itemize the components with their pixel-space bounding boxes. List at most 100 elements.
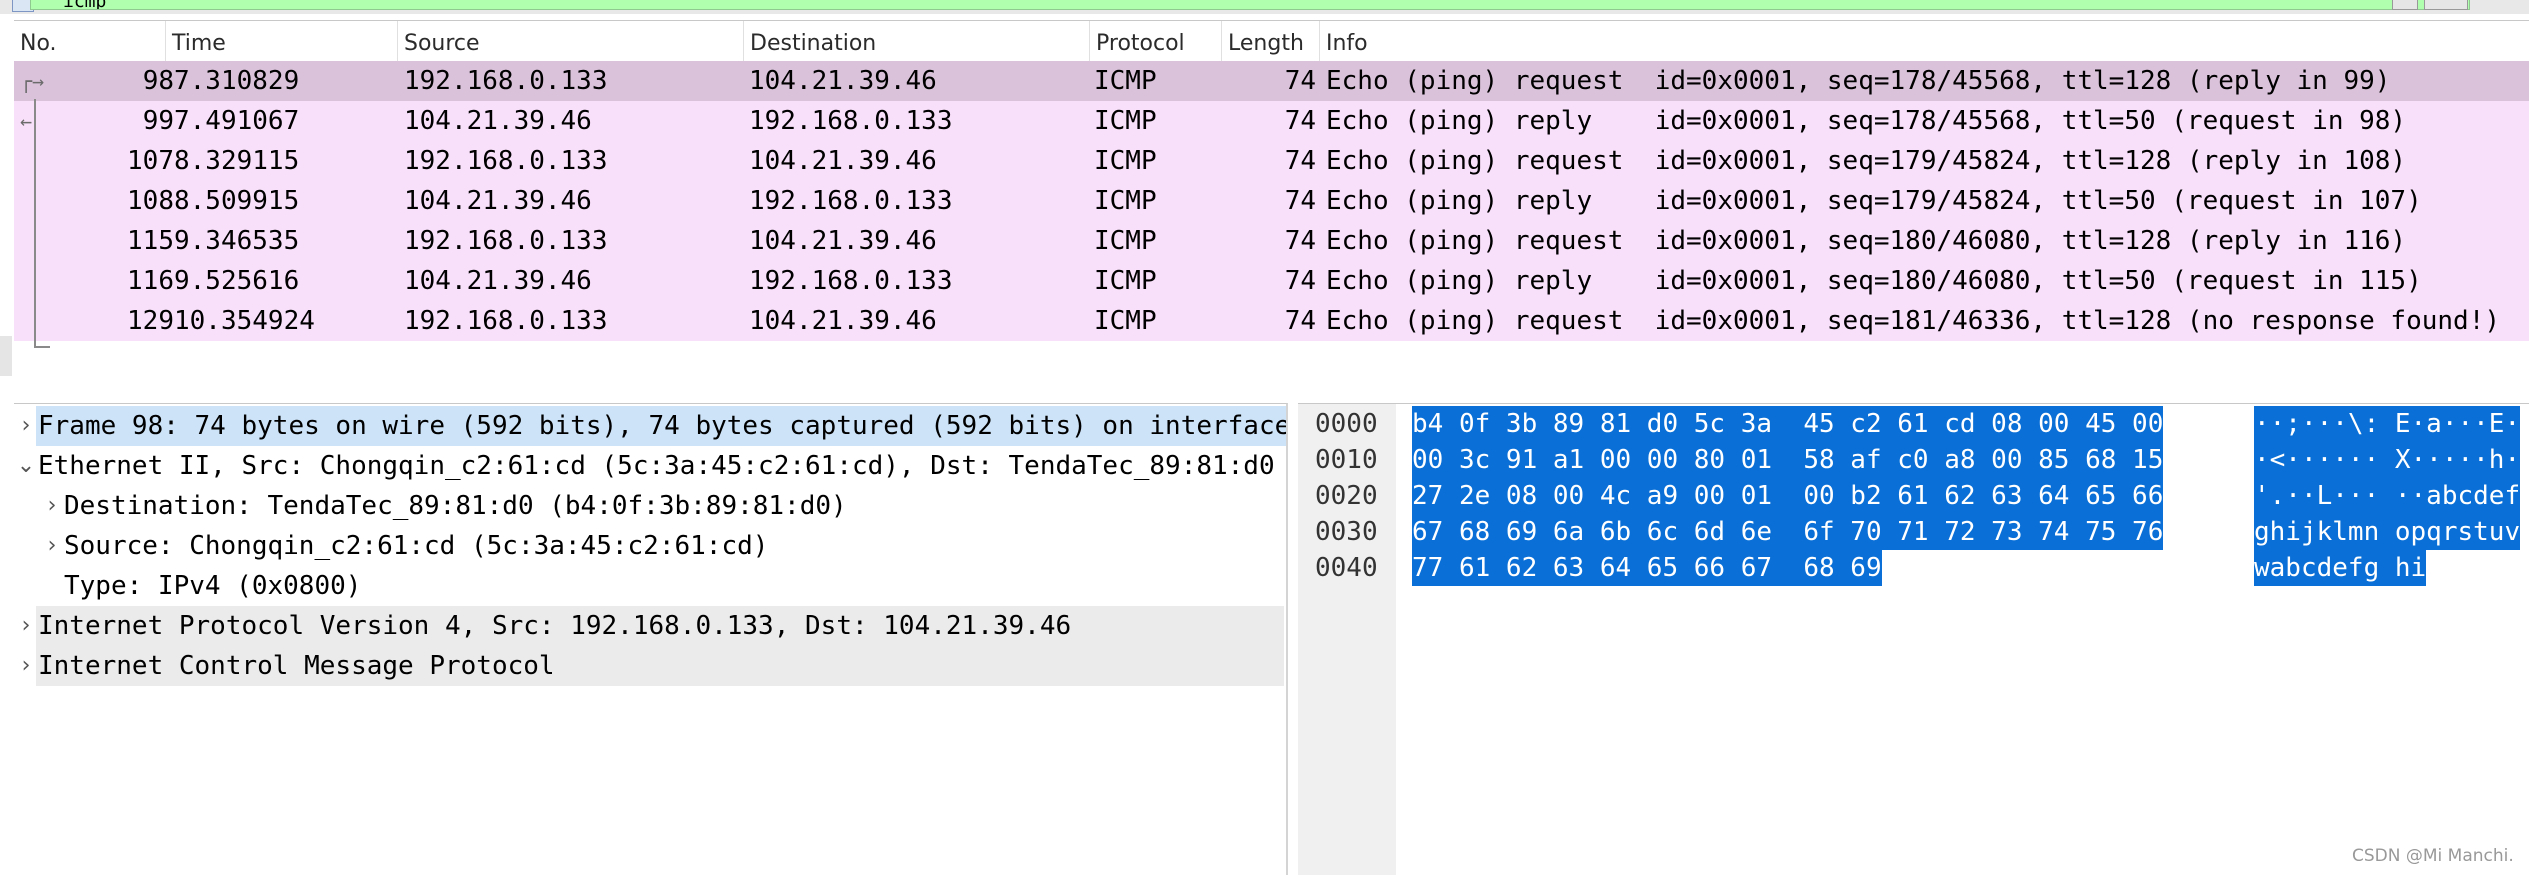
- scroll-handle[interactable]: [0, 336, 12, 376]
- column-length[interactable]: Length: [1222, 21, 1320, 61]
- packet-source: 104.21.39.46: [404, 266, 592, 296]
- packet-destination: 104.21.39.46: [749, 226, 937, 256]
- packet-time: 8.509915: [174, 186, 300, 216]
- column-protocol[interactable]: Protocol: [1090, 21, 1222, 61]
- packet-row-selected[interactable]: ┌→ 98 7.310829 192.168.0.133 104.21.39.4…: [14, 61, 2529, 101]
- packet-protocol: ICMP: [1094, 146, 1157, 176]
- packet-info: Echo (ping) reply id=0x0001, seq=180/460…: [1326, 266, 2422, 296]
- packet-row[interactable]: 115 9.346535 192.168.0.133 104.21.39.46 …: [14, 221, 2529, 261]
- packet-source: 104.21.39.46: [404, 106, 592, 136]
- bytes-row: 0030 67 68 69 6a 6b 6c 6d 6e 6f 70 71 72…: [1298, 514, 2521, 550]
- chevron-right-icon[interactable]: ›: [16, 606, 36, 646]
- packet-length: 74: [1284, 186, 1316, 216]
- bytes-offset: 0030: [1315, 517, 1378, 547]
- packet-length: 74: [1284, 306, 1316, 336]
- tree-item-frame[interactable]: › Frame 98: 74 bytes on wire (592 bits),…: [14, 406, 1286, 446]
- bytes-row: 0000 b4 0f 3b 89 81 d0 5c 3a 45 c2 61 cd…: [1298, 406, 2521, 442]
- packet-time: 9.525616: [174, 266, 300, 296]
- bytes-hex[interactable]: 67 68 69 6a 6b 6c 6d 6e 6f 70 71 72 73 7…: [1412, 514, 2164, 550]
- bytes-ascii[interactable]: ghijklmn opqrstuv: [2254, 514, 2521, 550]
- bytes-row: 0040 77 61 62 63 64 65 66 67 68 69 wabcd…: [1298, 550, 2427, 586]
- packet-destination: 192.168.0.133: [749, 106, 953, 136]
- packet-no: 115: [127, 226, 174, 256]
- bytes-ascii[interactable]: ··;···\: E·a···E·: [2254, 406, 2521, 442]
- packet-time: 10.354924: [174, 306, 315, 336]
- tree-item-ethernet[interactable]: ⌄ Ethernet II, Src: Chongqin_c2:61:cd (5…: [14, 446, 1286, 486]
- column-destination[interactable]: Destination: [744, 21, 1090, 61]
- tree-item-ipv4[interactable]: › Internet Protocol Version 4, Src: 192.…: [14, 606, 1286, 646]
- packet-no: 116: [127, 266, 174, 296]
- packet-row[interactable]: ← 99 7.491067 104.21.39.46 192.168.0.133…: [14, 101, 2529, 141]
- chevron-right-icon[interactable]: ›: [16, 646, 36, 686]
- packet-source: 192.168.0.133: [404, 146, 608, 176]
- bytes-offset: 0000: [1315, 409, 1378, 439]
- apply-filter-button[interactable]: [2424, 0, 2468, 10]
- packet-info: Echo (ping) request id=0x0001, seq=179/4…: [1326, 146, 2407, 176]
- reply-arrow-icon: ←: [20, 109, 33, 133]
- packet-info: Echo (ping) reply id=0x0001, seq=178/455…: [1326, 106, 2407, 136]
- bytes-ascii[interactable]: '.··L··· ··abcdef: [2254, 478, 2521, 514]
- chevron-right-icon[interactable]: ›: [42, 486, 62, 526]
- tree-item-icmp[interactable]: › Internet Control Message Protocol: [14, 646, 1286, 686]
- packet-details-pane: › Frame 98: 74 bytes on wire (592 bits),…: [14, 403, 1288, 875]
- bytes-ascii[interactable]: ·<······ X·····h·: [2254, 442, 2521, 478]
- packet-no: 108: [127, 186, 174, 216]
- conversation-bracket-line: [34, 99, 36, 347]
- packet-no: 98: [142, 66, 174, 96]
- packet-protocol: ICMP: [1094, 306, 1157, 336]
- packet-row[interactable]: 116 9.525616 104.21.39.46 192.168.0.133 …: [14, 261, 2529, 301]
- packet-time: 7.310829: [174, 66, 300, 96]
- watermark: CSDN @Mi Manchi.: [2352, 846, 2514, 866]
- packet-no: 99: [142, 106, 174, 136]
- bytes-row: 0020 27 2e 08 00 4c a9 00 01 00 b2 61 62…: [1298, 478, 2521, 514]
- tree-item-eth-source[interactable]: › Source: Chongqin_c2:61:cd (5c:3a:45:c2…: [14, 526, 1286, 566]
- packet-time: 7.491067: [174, 106, 300, 136]
- chevron-down-icon[interactable]: ⌄: [16, 446, 36, 486]
- packet-length: 74: [1284, 226, 1316, 256]
- packet-destination: 192.168.0.133: [749, 266, 953, 296]
- packet-length: 74: [1284, 66, 1316, 96]
- bytes-offset: 0020: [1315, 481, 1378, 511]
- packet-source: 192.168.0.133: [404, 306, 608, 336]
- packet-bytes-pane: 0000 b4 0f 3b 89 81 d0 5c 3a 45 c2 61 cd…: [1298, 403, 2529, 875]
- packet-row[interactable]: 108 8.509915 104.21.39.46 192.168.0.133 …: [14, 181, 2529, 221]
- clear-filter-button[interactable]: [2392, 0, 2418, 10]
- tree-item-eth-type[interactable]: Type: IPv4 (0x0800): [14, 566, 1286, 606]
- bytes-hex[interactable]: 00 3c 91 a1 00 00 80 01 58 af c0 a8 00 8…: [1412, 442, 2164, 478]
- column-source[interactable]: Source: [398, 21, 744, 61]
- packet-length: 74: [1284, 106, 1316, 136]
- packet-destination: 104.21.39.46: [749, 306, 937, 336]
- display-filter-bar: icmp: [0, 0, 2529, 14]
- packet-destination: 104.21.39.46: [749, 146, 937, 176]
- packet-protocol: ICMP: [1094, 226, 1157, 256]
- packet-time: 8.329115: [174, 146, 300, 176]
- packet-no: 129: [127, 306, 174, 336]
- packet-info: Echo (ping) request id=0x0001, seq=180/4…: [1326, 226, 2407, 256]
- bytes-hex[interactable]: 27 2e 08 00 4c a9 00 01 00 b2 61 62 63 6…: [1412, 478, 2164, 514]
- packet-info: Echo (ping) request id=0x0001, seq=178/4…: [1326, 66, 2391, 96]
- column-no[interactable]: No.: [14, 21, 166, 61]
- packet-protocol: ICMP: [1094, 186, 1157, 216]
- chevron-right-icon[interactable]: ›: [16, 406, 36, 446]
- packet-source: 104.21.39.46: [404, 186, 592, 216]
- packet-destination: 192.168.0.133: [749, 186, 953, 216]
- tree-item-eth-destination[interactable]: › Destination: TendaTec_89:81:d0 (b4:0f:…: [14, 486, 1286, 526]
- display-filter-input[interactable]: icmp: [30, 0, 2470, 10]
- packet-row[interactable]: 129 10.354924 192.168.0.133 104.21.39.46…: [14, 301, 2529, 341]
- column-info[interactable]: Info: [1320, 21, 2529, 61]
- bytes-hex[interactable]: b4 0f 3b 89 81 d0 5c 3a 45 c2 61 cd 08 0…: [1412, 406, 2164, 442]
- packet-info: Echo (ping) request id=0x0001, seq=181/4…: [1326, 306, 2500, 336]
- bytes-ascii[interactable]: wabcdefg hi: [2254, 550, 2427, 586]
- packet-protocol: ICMP: [1094, 66, 1157, 96]
- conversation-bracket-end: [34, 346, 50, 348]
- packet-protocol: ICMP: [1094, 266, 1157, 296]
- column-time[interactable]: Time: [166, 21, 398, 61]
- packet-list: No. Time Source Destination Protocol Len…: [14, 20, 2529, 394]
- bytes-offset: 0040: [1315, 553, 1378, 583]
- chevron-right-icon[interactable]: ›: [42, 526, 62, 566]
- bytes-hex[interactable]: 77 61 62 63 64 65 66 67 68 69: [1412, 550, 1882, 586]
- bytes-row: 0010 00 3c 91 a1 00 00 80 01 58 af c0 a8…: [1298, 442, 2521, 478]
- packet-no: 107: [127, 146, 174, 176]
- packet-source: 192.168.0.133: [404, 226, 608, 256]
- packet-row[interactable]: 107 8.329115 192.168.0.133 104.21.39.46 …: [14, 141, 2529, 181]
